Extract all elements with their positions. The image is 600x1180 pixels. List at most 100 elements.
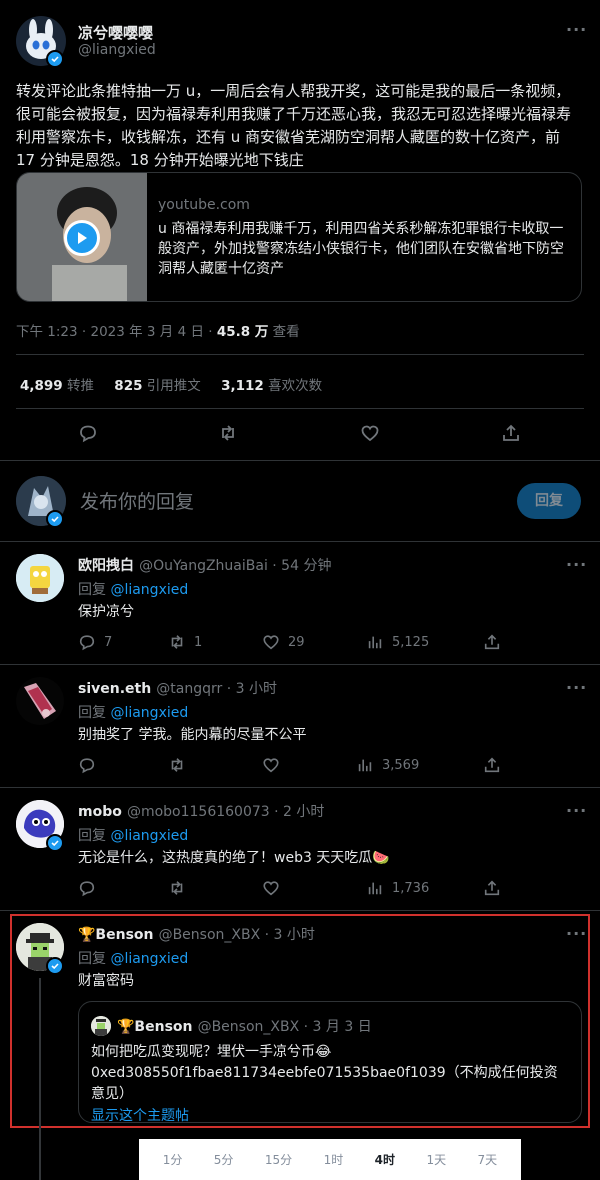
reply-input[interactable]: 发布你的回复 (80, 487, 500, 514)
reply-header: 欧阳拽白 @OuYangZhuaiBai · 54 分钟 (78, 555, 331, 575)
mention-link[interactable]: @liangxied (110, 582, 188, 598)
reply-display-name[interactable]: 欧阳拽白 (78, 558, 134, 574)
author-handle[interactable]: @liangxied (78, 42, 156, 58)
time-range-option[interactable]: 15分 (265, 1151, 292, 1168)
time-range-options: 1分 5分 15分 1时 4时 1天 7天 (139, 1139, 521, 1180)
reply-action[interactable] (78, 879, 96, 897)
views-count: 1,736 (392, 880, 430, 896)
reply-handle[interactable]: @mobo1156160073 (127, 804, 270, 820)
more-options-icon[interactable]: ··· (566, 20, 587, 39)
reply-display-name[interactable]: mobo (78, 804, 122, 820)
quotes-stat[interactable]: 825 引用推文 (114, 378, 200, 394)
reply-handle[interactable]: @tangqrr (156, 681, 222, 697)
quoted-time: · 3 月 3 日 (299, 1019, 372, 1035)
quoted-avatar (91, 1016, 111, 1036)
reply-context: 回复 @liangxied (78, 951, 189, 967)
time-range-bar: 1分 5分 15分 1时 4时 1天 7天 (139, 1139, 521, 1180)
tweet-stats: 4,899 转推 825 引用推文 3,112 喜欢次数 (20, 374, 322, 394)
divider (0, 541, 600, 542)
more-options-icon[interactable]: ··· (566, 801, 587, 820)
reply-icon[interactable] (78, 423, 98, 443)
quoted-handle: @Benson_XBX (197, 1019, 300, 1035)
like-icon[interactable] (360, 423, 380, 443)
tweet-text: 转发评论此条推特抽一万 u，一周后会有人帮我开奖，这可能是我的最后一条视频，很可… (16, 82, 572, 169)
reply-action[interactable] (78, 756, 96, 774)
time-range-option[interactable]: 5分 (214, 1151, 234, 1168)
views-count: 5,125 (392, 634, 430, 650)
like-action[interactable] (262, 879, 280, 897)
reply-avatar[interactable] (16, 677, 64, 725)
views-label: 查看 (268, 324, 300, 340)
retweet-icon (171, 881, 183, 895)
share-icon (484, 634, 500, 650)
divider (0, 910, 600, 911)
time-range-option-selected[interactable]: 4时 (375, 1151, 395, 1168)
reply-time[interactable]: · 54 分钟 (268, 558, 331, 574)
like-action[interactable] (262, 756, 280, 774)
time-range-option[interactable]: 1天 (426, 1151, 446, 1168)
quoted-text-line: 0xed308550f1fbae811734eebfe071535bae0f10… (91, 1065, 558, 1081)
likes-stat[interactable]: 3,112 喜欢次数 (221, 378, 322, 394)
more-options-icon[interactable]: ··· (566, 924, 587, 943)
views-action[interactable]: 3,569 (356, 756, 419, 774)
quoted-display-name: 🏆Benson (117, 1019, 193, 1035)
avatar-image-icon (16, 554, 64, 602)
like-icon (263, 881, 279, 896)
quoted-text-line: 意见） (91, 1086, 133, 1102)
share-action[interactable] (483, 633, 501, 651)
more-options-icon[interactable]: ··· (566, 678, 587, 697)
retweet-icon (171, 758, 183, 772)
reply-count: 7 (104, 634, 113, 650)
like-icon (263, 635, 279, 650)
author-display-name[interactable]: 凉兮嘤嘤嘤 (78, 22, 153, 43)
quoted-tweet[interactable]: 🏆Benson @Benson_XBX · 3 月 3 日 如何把吃瓜变现呢？埋… (78, 1001, 582, 1125)
views-icon (368, 636, 382, 649)
show-thread-link[interactable]: 显示这个主题帖 (91, 1105, 189, 1125)
reply-handle[interactable]: @OuYangZhuaiBai (139, 558, 268, 574)
reply-icon (79, 758, 95, 774)
more-options-icon[interactable]: ··· (566, 555, 587, 574)
mention-link[interactable]: @liangxied (110, 828, 188, 844)
like-count: 29 (288, 634, 305, 650)
reply-header: siven.eth @tangqrr · 3 小时 (78, 678, 277, 698)
retweet-icon[interactable] (218, 423, 238, 443)
reply-time[interactable]: · 3 小时 (222, 681, 277, 697)
like-action[interactable]: 29 (262, 633, 305, 651)
views-action[interactable]: 1,736 (366, 879, 429, 897)
reply-display-name[interactable]: 🏆Benson (78, 927, 153, 943)
reply-handle[interactable]: @Benson_XBX (159, 927, 261, 943)
retweet-action[interactable]: 1 (168, 633, 202, 651)
quoted-header: 🏆Benson @Benson_XBX · 3 月 3 日 (117, 1016, 372, 1036)
share-action[interactable] (483, 756, 501, 774)
time-range-option[interactable]: 7天 (478, 1151, 498, 1168)
time-range-option[interactable]: 1时 (324, 1151, 344, 1168)
verified-badge-icon (46, 50, 64, 68)
verified-badge-icon (46, 510, 64, 528)
time-range-option[interactable]: 1分 (163, 1151, 183, 1168)
verified-badge-icon (46, 834, 64, 852)
mention-link[interactable]: @liangxied (110, 705, 188, 721)
link-card[interactable]: youtube.com u 商福禄寿利用我赚千万，利用四省关系秒解冻犯罪银行卡收… (16, 172, 582, 302)
divider (16, 408, 584, 409)
reply-time[interactable]: · 3 小时 (260, 927, 315, 943)
reply-context: 回复 @liangxied (78, 828, 189, 844)
card-thumbnail[interactable] (17, 173, 147, 301)
divider (0, 787, 600, 788)
play-icon[interactable] (64, 220, 100, 256)
reply-display-name[interactable]: siven.eth (78, 681, 151, 697)
views-action[interactable]: 5,125 (366, 633, 429, 651)
reply-avatar[interactable] (16, 554, 64, 602)
retweet-action[interactable] (168, 879, 186, 897)
tweet-timestamp[interactable]: 下午 1:23 · 2023 年 3 月 4 日 · (16, 324, 217, 340)
verified-badge-icon (46, 957, 64, 975)
share-icon[interactable] (501, 423, 521, 443)
share-action[interactable] (483, 879, 501, 897)
retweet-action[interactable] (168, 756, 186, 774)
reply-time[interactable]: · 2 小时 (270, 804, 324, 820)
reply-button[interactable]: 回复 (517, 483, 581, 519)
reply-action[interactable]: 7 (78, 633, 112, 651)
retweets-stat[interactable]: 4,899 转推 (20, 378, 94, 394)
reply-icon (79, 635, 95, 651)
mention-link[interactable]: @liangxied (110, 951, 188, 967)
share-icon (484, 880, 500, 896)
